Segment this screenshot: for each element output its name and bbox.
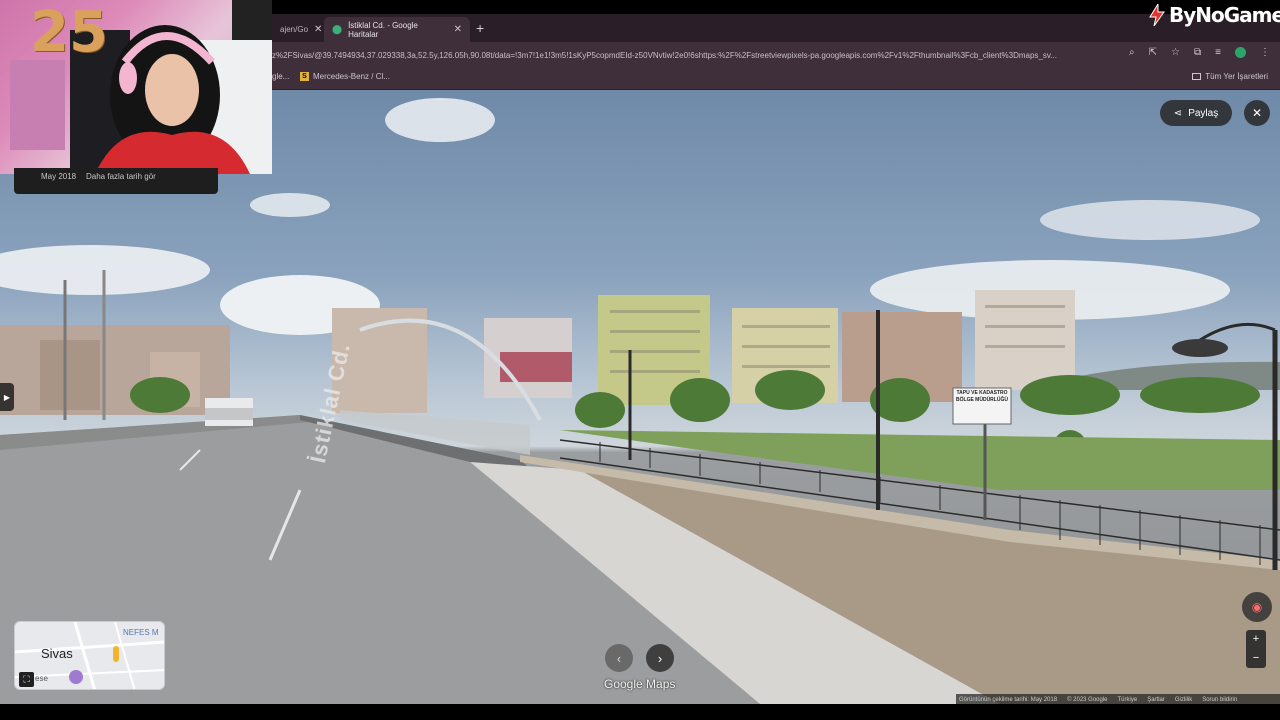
all-bookmarks-label: Tüm Yer İşaretleri (1205, 72, 1268, 81)
bookmark-favicon: S (300, 72, 309, 81)
birthday-balloon-number: 25 (30, 0, 108, 65)
screen: TAPU VE KADASTRO BÖLGE MÜDÜRLÜĞÜ İstikla… (0, 0, 1280, 720)
address-bar[interactable]: z%2FSivas/@39.7494934,37.029338,3a,52.5y… (272, 47, 1108, 64)
logo-mark-icon (1148, 2, 1166, 27)
close-icon[interactable]: ✕ (454, 24, 462, 35)
footer-link[interactable]: Sorun bildirin (1202, 697, 1237, 703)
minimap-place-label: NEFES M (123, 628, 159, 637)
toolbar-icons: ⌕ ⇱ ☆ ⧉ ≡ ⋮ (1129, 47, 1270, 58)
minimap[interactable]: NEFES M Sivas ese ⛶ (14, 621, 165, 690)
channel-logo: ByNoGame (1148, 0, 1280, 30)
bookmark-item[interactable]: S Mercedes-Benz / Cl... (300, 72, 390, 81)
imagery-date-card: May 2018 Daha fazla tarih gör (14, 168, 218, 194)
capture-date-text: Görüntünün çekilme tarihi: May 2018 (959, 697, 1058, 703)
tab-label: İstiklal Cd. - Google Haritalar (348, 20, 418, 39)
previous-image-button[interactable]: ‹ (605, 644, 633, 672)
expand-map-icon[interactable]: ⛶ (19, 672, 34, 687)
footer-link[interactable]: Türkiye (1118, 697, 1138, 703)
close-icon: ✕ (1251, 106, 1263, 120)
close-icon[interactable]: ✕ (314, 24, 322, 35)
logo-text: ByNoGame (1169, 3, 1280, 27)
compass-icon[interactable]: ◉ (1242, 592, 1272, 622)
zoom-icon[interactable]: ⌕ (1129, 47, 1135, 58)
bookmark-item[interactable]: gle... (272, 72, 289, 81)
share-button[interactable]: ⋖ Paylaş (1160, 100, 1232, 126)
bookmarks-bar: gle... S Mercedes-Benz / Cl... Tüm Yer İ… (272, 68, 1280, 90)
road-sign: TAPU VE KADASTRO BÖLGE MÜDÜRLÜĞÜ (956, 390, 1008, 403)
new-tab-button[interactable]: + (476, 20, 484, 36)
capture-date: May 2018 (41, 172, 77, 181)
media-icon[interactable]: ≡ (1215, 47, 1221, 58)
close-street-view-button[interactable]: ✕ (1244, 100, 1270, 126)
google-maps-watermark: Google Maps (604, 677, 676, 691)
location-pin-icon (69, 670, 83, 684)
expand-panel-button[interactable]: ▶ (0, 383, 14, 411)
webcam-overlay: 25 (0, 0, 272, 174)
footer-link[interactable]: Gizlilik (1175, 697, 1192, 703)
minimap-label: ese (35, 674, 48, 683)
chevron-right-icon: ▶ (3, 392, 11, 402)
tab-label: ajen/Go (280, 25, 309, 34)
zoom-control: + − (1246, 630, 1266, 668)
more-dates-link[interactable]: Daha fazla tarih gör (86, 172, 156, 181)
bookmark-label: gle... (272, 72, 290, 81)
browser-tab-strip: ajen/Go ✕ ⬤ İstiklal Cd. - Google Harita… (272, 14, 1280, 42)
footer-link[interactable]: Şartlar (1147, 697, 1165, 703)
minimap-city-label: Sivas (41, 646, 73, 661)
tab-previous[interactable]: ajen/Go ✕ (272, 17, 330, 42)
address-bar-row: z%2FSivas/@39.7494934,37.029338,3a,52.5y… (272, 42, 1280, 68)
all-bookmarks[interactable]: Tüm Yer İşaretleri (1192, 72, 1268, 81)
menu-icon[interactable]: ⋮ (1260, 47, 1270, 58)
zoom-out-button[interactable]: − (1246, 649, 1266, 668)
star-icon[interactable]: ☆ (1171, 47, 1180, 58)
share-label: Paylaş (1188, 107, 1219, 119)
profile-avatar[interactable] (1235, 47, 1246, 58)
copyright-text: © 2023 Google (1067, 697, 1108, 703)
zoom-in-button[interactable]: + (1246, 630, 1266, 649)
bookmark-label: Mercedes-Benz / Cl... (313, 72, 390, 81)
next-image-button[interactable]: › (646, 644, 674, 672)
folder-icon (1192, 73, 1202, 80)
tab-google-maps[interactable]: ⬤ İstiklal Cd. - Google Haritalar ✕ (324, 17, 470, 42)
letterbox-bar (0, 704, 1280, 720)
extensions-icon[interactable]: ⧉ (1194, 47, 1201, 58)
map-pin-icon: ⬤ (332, 24, 343, 34)
install-icon[interactable]: ⇱ (1149, 47, 1157, 58)
share-icon: ⋖ (1173, 107, 1183, 119)
pegman-icon (113, 646, 119, 662)
